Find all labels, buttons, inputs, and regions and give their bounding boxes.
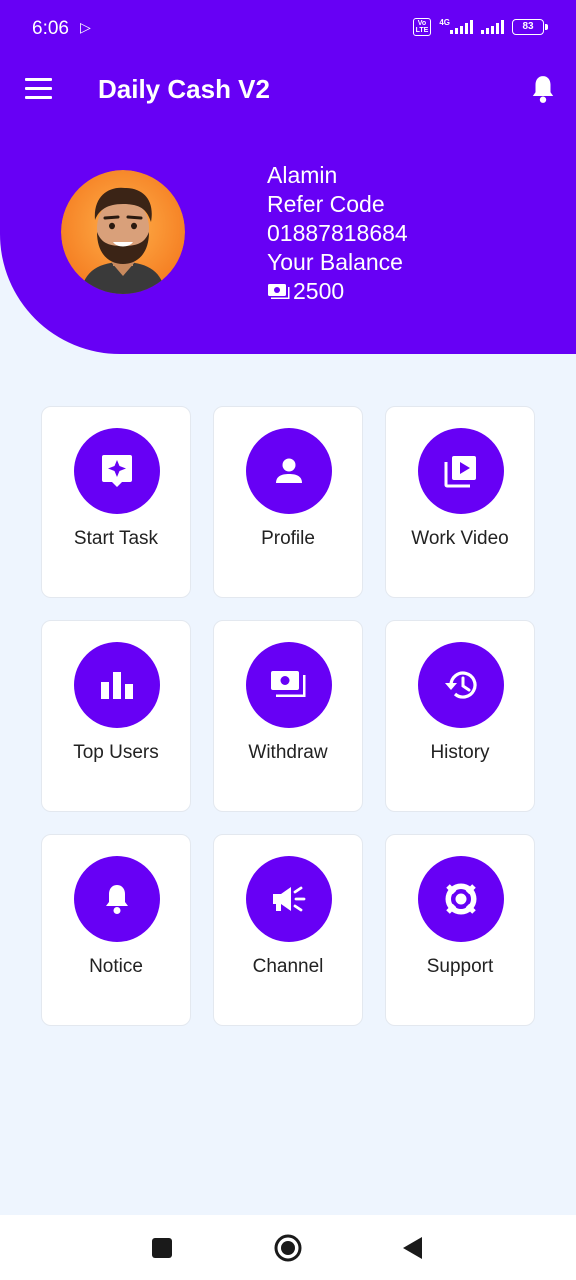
balance-row: 2500 (267, 277, 408, 306)
card-label: Channel (252, 956, 324, 977)
status-time: 6:06 (32, 18, 69, 39)
card-label: Support (426, 956, 494, 977)
history-card[interactable]: History (385, 620, 535, 812)
play-store-icon: ▷ (80, 19, 91, 35)
bar-chart-icon (74, 642, 160, 728)
cash-icon (246, 642, 332, 728)
card-label: History (430, 742, 490, 763)
signal-icon-2 (481, 20, 504, 34)
status-bar: 6:06 ▷ Vo LTE 4G 83 (0, 0, 576, 58)
home-button[interactable] (273, 1233, 303, 1263)
profile-card[interactable]: Profile (213, 406, 363, 598)
notification-bell-icon[interactable] (530, 74, 556, 104)
card-label: Start Task (73, 528, 159, 549)
status-indicators: Vo LTE 4G 83 (412, 17, 548, 36)
refer-code-label: Refer Code (267, 191, 385, 217)
history-icon (418, 642, 504, 728)
channel-card[interactable]: Channel (213, 834, 363, 1026)
card-label: Work Video (411, 528, 509, 549)
balance-label: Your Balance (267, 249, 403, 275)
user-name: Alamin (267, 162, 338, 188)
profile-header: Alamin Refer Code 01887818684 Your Balan… (0, 126, 576, 354)
video-library-icon (418, 428, 504, 514)
menu-icon[interactable] (25, 78, 52, 100)
megaphone-icon (246, 856, 332, 942)
menu-grid: Start Task Profile Work Video Top Users … (41, 406, 535, 1026)
profile-info: Alamin Refer Code 01887818684 Your Balan… (267, 161, 408, 306)
volte-icon: Vo LTE (412, 18, 432, 36)
app-title: Daily Cash V2 (98, 74, 270, 104)
cash-icon (268, 283, 290, 299)
recents-button[interactable] (151, 1237, 173, 1259)
notice-card[interactable]: Notice (41, 834, 191, 1026)
person-icon (246, 428, 332, 514)
lifebuoy-icon (418, 856, 504, 942)
card-label: Top Users (73, 742, 159, 763)
card-label: Withdraw (248, 742, 328, 763)
task-sparkle-icon (74, 428, 160, 514)
balance-value: 2500 (293, 278, 345, 304)
signal-icon (450, 20, 473, 34)
work-video-card[interactable]: Work Video (385, 406, 535, 598)
card-label: Profile (261, 528, 315, 549)
battery-icon: 83 (512, 19, 548, 35)
top-users-card[interactable]: Top Users (41, 620, 191, 812)
network-type: 4G (439, 17, 450, 27)
bell-icon (74, 856, 160, 942)
start-task-card[interactable]: Start Task (41, 406, 191, 598)
system-nav-bar (0, 1215, 576, 1280)
app-bar: Daily Cash V2 (0, 58, 576, 126)
card-label: Notice (89, 956, 143, 977)
avatar (61, 170, 185, 294)
back-button[interactable] (402, 1236, 424, 1260)
support-card[interactable]: Support (385, 834, 535, 1026)
withdraw-card[interactable]: Withdraw (213, 620, 363, 812)
refer-code-value: 01887818684 (267, 220, 408, 246)
